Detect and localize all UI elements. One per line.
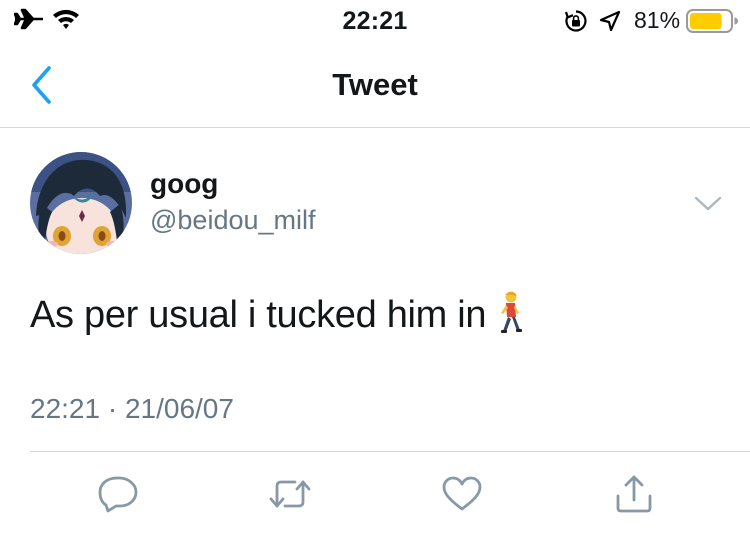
avatar-image (30, 152, 132, 254)
avatar[interactable] (30, 152, 132, 254)
share-button[interactable] (612, 474, 656, 514)
like-button[interactable] (440, 474, 484, 514)
battery-icon (686, 8, 738, 39)
tweet-text: As per usual i tucked him in (30, 294, 487, 336)
reply-icon (98, 476, 138, 513)
status-bar: 22:21 81% (0, 0, 750, 40)
rotation-lock-icon (564, 9, 588, 38)
like-icon (442, 476, 482, 511)
page-title: Tweet (332, 67, 418, 102)
username[interactable]: @beidou_milf (150, 205, 316, 236)
tweet-timestamp: 22:21 · 21/06/07 (30, 393, 234, 424)
retweet-button[interactable] (268, 474, 312, 514)
location-icon (598, 9, 622, 38)
meta-divider (30, 451, 750, 452)
nav-divider (0, 127, 750, 128)
display-name[interactable]: goog (150, 168, 218, 200)
retweet-icon (269, 480, 311, 508)
reply-button[interactable] (96, 474, 140, 514)
walking-person-emoji (494, 291, 524, 343)
battery-percent: 81% (634, 7, 681, 33)
tweet-text-line: As per usual i tucked him in (30, 291, 524, 343)
chevron-down-icon (694, 196, 722, 211)
share-icon (616, 475, 652, 513)
tweet-options-button[interactable] (692, 193, 724, 215)
